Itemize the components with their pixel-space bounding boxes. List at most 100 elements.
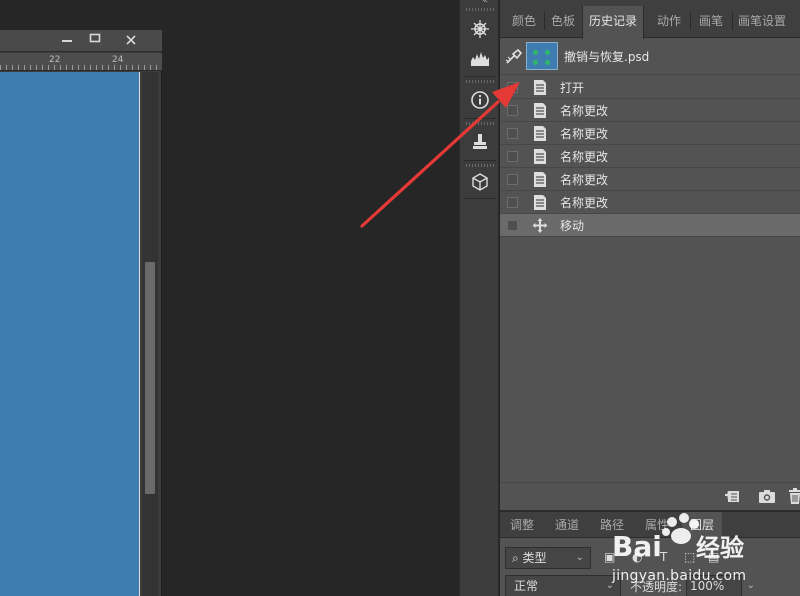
history-source-checkbox[interactable]	[507, 151, 518, 162]
opacity-value: 100%	[690, 579, 725, 593]
tab-brush-settings[interactable]: 画笔设置	[734, 6, 790, 38]
strip-grip[interactable]	[466, 122, 494, 125]
history-state[interactable]: 打开	[500, 76, 800, 99]
blend-mode-select[interactable]: 正常 ⌄	[505, 575, 621, 596]
history-snapshot[interactable]: 撤销与恢复.psd	[500, 39, 800, 75]
tab-layers[interactable]: 图层	[682, 512, 723, 538]
history-state-label: 名称更改	[560, 104, 609, 118]
3d-cube-icon[interactable]	[468, 170, 492, 194]
history-state[interactable]: 名称更改	[500, 168, 800, 191]
maximize-icon[interactable]	[84, 32, 106, 50]
tab-adjustments[interactable]: 调整	[510, 512, 534, 538]
layer-filter-select[interactable]: ⌕ 类型 ⌄	[505, 547, 591, 569]
tab-properties[interactable]: 属性	[645, 512, 669, 538]
history-state-label: 名称更改	[560, 196, 609, 210]
history-state-label: 名称更改	[560, 173, 609, 187]
history-state-label: 移动	[560, 219, 585, 233]
camera-icon[interactable]	[758, 487, 776, 505]
history-source-checkbox[interactable]	[507, 197, 518, 208]
thumbnail-mark	[545, 60, 550, 65]
pixel-filter-icon[interactable]: ▣	[604, 550, 615, 564]
history-state-current[interactable]: 移动	[500, 214, 800, 237]
document-icon	[532, 194, 548, 211]
search-icon: ⌕	[512, 551, 523, 565]
document-icon	[532, 148, 548, 165]
opacity-input[interactable]: 100% ⌄	[686, 575, 755, 596]
history-state[interactable]: 名称更改	[500, 99, 800, 122]
chevron-down-icon: ⌄	[605, 580, 614, 591]
scrollbar-thumb[interactable]	[145, 262, 155, 494]
strip-divider	[464, 160, 496, 161]
document-canvas[interactable]	[0, 72, 140, 596]
strip-divider	[464, 118, 496, 119]
history-source-checkbox[interactable]	[507, 128, 518, 139]
document-icon	[532, 79, 548, 96]
thumbnail-mark	[545, 50, 550, 55]
document-icon	[532, 125, 548, 142]
info-icon[interactable]	[468, 88, 492, 112]
tab-color[interactable]: 颜色	[504, 6, 544, 38]
tab-paths[interactable]: 路径	[600, 512, 624, 538]
strip-divider	[464, 76, 496, 77]
ruler-ticks	[0, 65, 162, 70]
strip-grip[interactable]	[466, 164, 494, 167]
history-source-checkbox[interactable]	[507, 105, 518, 116]
shape-filter-icon[interactable]: ⬚	[684, 550, 695, 564]
snapshot-thumbnail	[526, 42, 558, 70]
tab-history[interactable]: 历史记录	[582, 6, 644, 39]
minimize-icon[interactable]	[56, 32, 78, 50]
ruler-label: 22	[49, 55, 61, 65]
tab-actions[interactable]: 动作	[648, 6, 690, 38]
history-source-checkbox[interactable]	[507, 220, 518, 231]
strip-grip[interactable]	[466, 8, 494, 11]
history-source-checkbox[interactable]	[507, 82, 518, 93]
document-window: 22 24	[0, 30, 162, 596]
history-state[interactable]: 名称更改	[500, 191, 800, 214]
chevron-down-icon[interactable]: ⌄	[747, 576, 755, 596]
move-icon	[532, 217, 548, 234]
strip-grip[interactable]	[466, 80, 494, 83]
navigator-icon[interactable]	[468, 17, 492, 41]
tab-divider	[732, 12, 733, 30]
history-panel: 颜色 色板 历史记录 动作 画笔 画笔设置 撤销与恢复.psd 打开 名称更改 …	[500, 0, 800, 510]
type-filter-icon[interactable]: T	[660, 550, 667, 564]
layers-panel-tabbar: 调整 通道 路径 属性 图层	[500, 512, 800, 538]
chevron-down-icon: ⌄	[575, 552, 584, 563]
smart-object-filter-icon[interactable]: ▤	[708, 550, 719, 564]
history-state-label: 名称更改	[560, 150, 609, 164]
panel-icon-strip: «	[459, 0, 499, 596]
new-document-icon[interactable]	[724, 487, 742, 505]
vertical-scrollbar[interactable]	[142, 72, 158, 596]
tab-channels[interactable]: 通道	[555, 512, 579, 538]
snapshot-name: 撤销与恢复.psd	[564, 50, 650, 64]
history-panel-tabbar: 颜色 色板 历史记录 动作 画笔 画笔设置	[500, 0, 800, 39]
history-source-checkbox[interactable]	[507, 174, 518, 185]
tab-swatches[interactable]: 色板	[544, 6, 582, 38]
histogram-icon[interactable]	[468, 46, 492, 70]
history-states-list: 打开 名称更改 名称更改 名称更改 名称更改 名称更改 移动	[500, 76, 800, 237]
document-icon	[532, 171, 548, 188]
thumbnail-mark	[533, 50, 538, 55]
clone-source-icon[interactable]	[468, 130, 492, 154]
history-state[interactable]: 名称更改	[500, 145, 800, 168]
thumbnail-mark	[533, 60, 538, 65]
document-titlebar	[0, 30, 162, 52]
blend-mode-value: 正常	[514, 579, 539, 593]
history-state-label: 名称更改	[560, 127, 609, 141]
history-state-label: 打开	[560, 81, 585, 95]
history-brush-source-icon[interactable]	[505, 48, 523, 66]
layer-filter-icons: ▣ ◐ T ⬚ ▤	[604, 550, 744, 568]
tab-divider	[690, 12, 691, 30]
opacity-label: 不透明度:	[630, 580, 683, 594]
tab-brushes[interactable]: 画笔	[692, 6, 730, 38]
ruler-label: 24	[112, 55, 124, 65]
trash-icon[interactable]	[786, 487, 800, 505]
document-icon	[532, 102, 548, 119]
history-panel-footer	[500, 482, 800, 508]
close-icon[interactable]	[120, 32, 142, 50]
strip-divider	[464, 198, 496, 199]
horizontal-ruler: 22 24	[0, 53, 162, 71]
adjustment-filter-icon[interactable]: ◐	[632, 550, 642, 564]
history-state[interactable]: 名称更改	[500, 122, 800, 145]
collapse-panels-icon[interactable]: «	[482, 0, 488, 6]
